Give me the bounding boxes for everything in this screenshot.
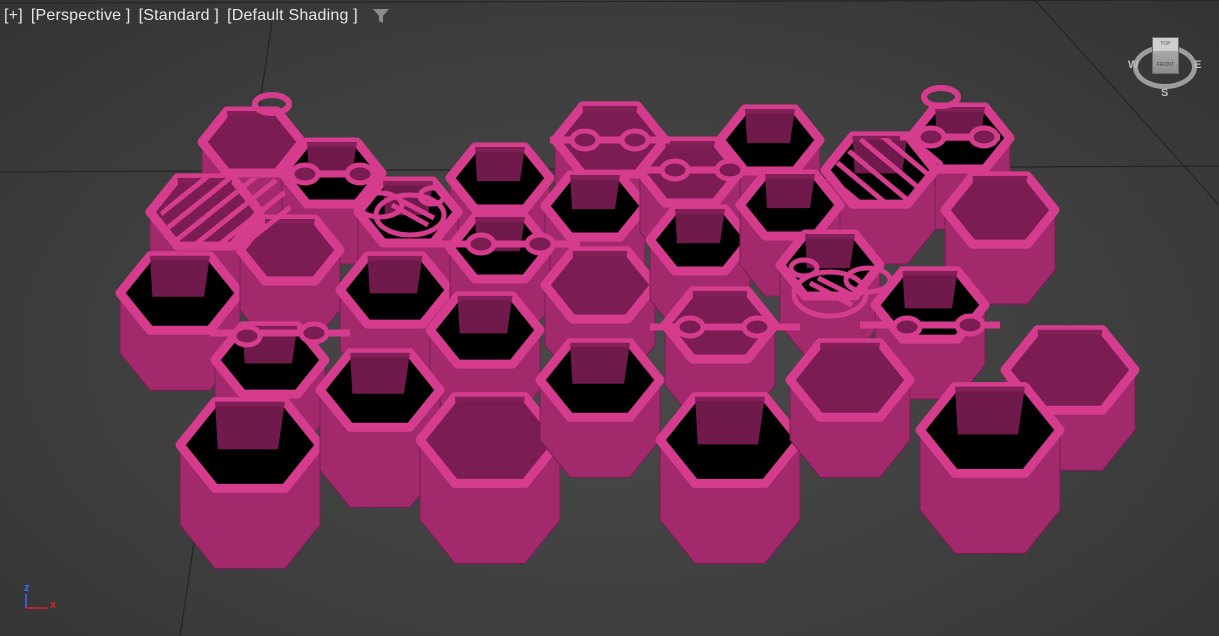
hex-cell-inner-wall	[902, 270, 958, 309]
viewcube-cube[interactable]: TOP FRONT	[1152, 37, 1179, 74]
compass-east[interactable]: E	[1194, 59, 1201, 71]
world-axis-tripod-icon: z x	[20, 582, 70, 622]
hex-cell-inner-wall	[955, 386, 1025, 435]
hex-cell-inner-wall	[367, 255, 423, 294]
viewcube-top-face[interactable]: TOP	[1153, 38, 1178, 51]
viewcube-navigation-icon[interactable]: TOP FRONT W E S	[1128, 34, 1204, 104]
connector-ring	[674, 315, 706, 339]
connector-ring	[231, 324, 263, 348]
viewport-standard-menu[interactable]: [Standard ]	[139, 6, 219, 26]
hex-cell-inner-wall	[765, 174, 815, 209]
viewport-shading-menu[interactable]: [Default Shading ]	[227, 6, 358, 26]
hex-cell-inner-wall	[150, 255, 210, 297]
hex-cell-inner-wall	[695, 396, 765, 445]
connector-ring	[714, 158, 746, 182]
viewcube-front-face[interactable]: FRONT	[1153, 60, 1178, 70]
connector-ring	[465, 232, 497, 256]
connector-ring	[344, 162, 376, 186]
connector-ring	[954, 313, 986, 337]
hex-cell-inner-wall	[820, 342, 880, 384]
connector-ring	[569, 128, 601, 152]
compass-south[interactable]: S	[1161, 87, 1168, 99]
connector-ring	[619, 128, 651, 152]
hex-cell-inner-wall	[572, 250, 628, 289]
hex-cell-inner-wall	[1037, 329, 1103, 375]
connector-ring	[741, 315, 773, 339]
hex-cell-inner-wall	[475, 147, 525, 182]
viewport-label-bar: [+] [Perspective ] [Standard ] [Default …	[4, 6, 390, 26]
connector-ring	[915, 125, 947, 149]
axis-z-label: z	[24, 582, 30, 594]
funnel-filter-icon[interactable]	[372, 7, 390, 25]
connector-ring	[298, 321, 330, 345]
hex-cell-inner-wall	[350, 352, 410, 394]
hex-cell-inner-wall	[570, 342, 630, 384]
hex-cell-inner-wall	[215, 401, 285, 450]
compass-west[interactable]: W	[1128, 59, 1138, 71]
connector-ring	[891, 315, 923, 339]
connector-ring	[524, 232, 556, 256]
hex-cell-inner-wall	[455, 396, 525, 445]
viewport-point-of-view-menu[interactable]: [Perspective ]	[31, 6, 131, 26]
hex-cell-inner-wall	[227, 111, 277, 146]
hex-cell-inner-wall	[457, 295, 513, 334]
connector-ring	[659, 158, 691, 182]
axis-x-label: x	[50, 599, 57, 611]
connector-ring	[289, 162, 321, 186]
3d-viewport[interactable]: [+] [Perspective ] [Standard ] [Default …	[0, 0, 1219, 636]
hex-cell-inner-wall	[745, 109, 795, 144]
viewport-general-menu[interactable]: [+]	[4, 6, 23, 26]
hex-cell-inner-wall	[972, 175, 1028, 214]
hex-cell-inner-wall	[675, 209, 725, 244]
connector-ring	[968, 125, 1000, 149]
scene-render[interactable]	[0, 0, 1219, 636]
hex-cell-inner-wall	[570, 175, 620, 210]
